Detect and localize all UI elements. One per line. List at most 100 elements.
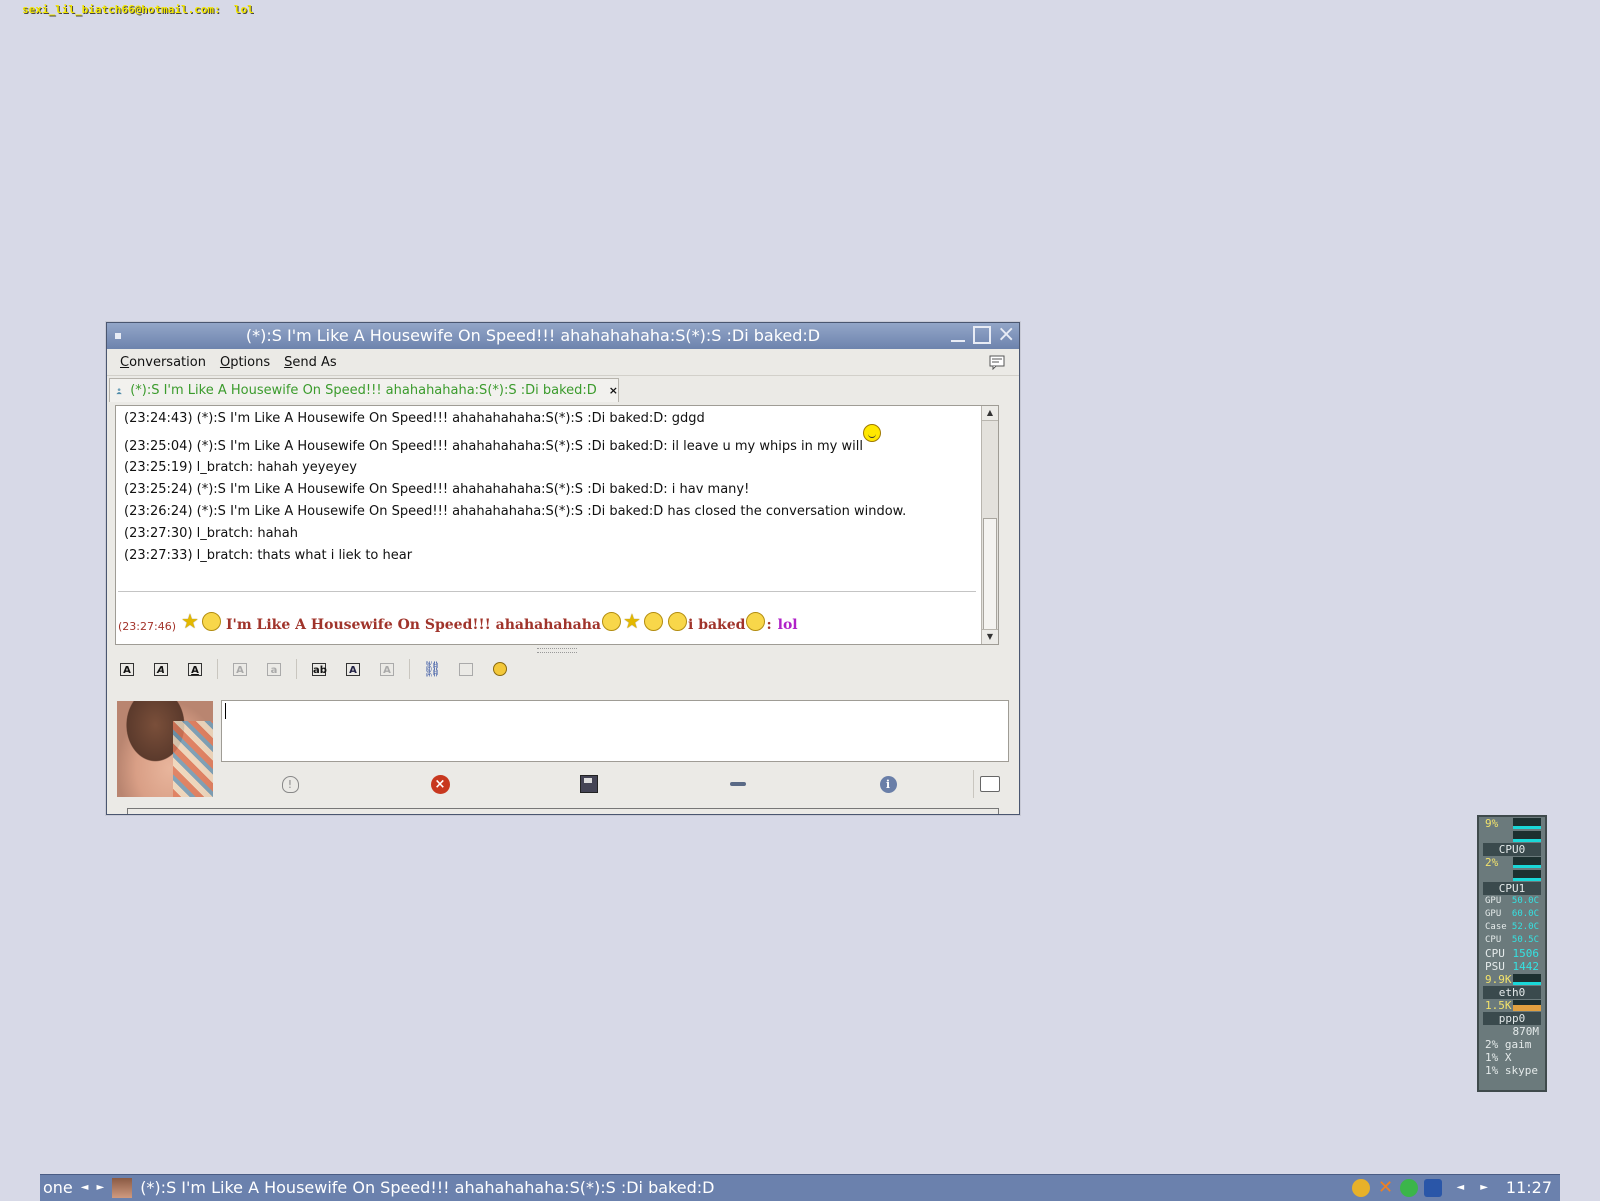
conversation-tab[interactable]: (*):S I'm Like A Housewife On Speed!!! a… <box>109 378 619 402</box>
temp-name: CPU <box>1485 935 1502 945</box>
shrink-text-icon: a <box>267 662 281 676</box>
fan-name: CPU <box>1485 947 1505 960</box>
cpu0-percent: 9% <box>1485 817 1499 830</box>
cpu0-row: 9% <box>1479 817 1545 830</box>
block-icon: × <box>430 774 450 794</box>
clock: 11:27 <box>1505 1178 1552 1197</box>
status-separator: : <box>766 617 772 633</box>
next-desktop-arrow-icon[interactable]: ► <box>96 1175 104 1201</box>
next-window-arrow-icon[interactable]: ► <box>1480 1175 1488 1201</box>
history-line: (23:25:24) (*):S I'm Like A Housewife On… <box>124 482 750 497</box>
insert-link-button[interactable]: ⛓ <box>420 658 444 680</box>
cpu1-label: CPU1 <box>1483 882 1541 895</box>
desktop-name[interactable]: one <box>40 1175 73 1201</box>
cpu1-graph <box>1513 857 1541 868</box>
grin-smiley-icon <box>746 612 766 631</box>
cpu0-graph-row <box>1479 830 1545 843</box>
eth0-row: 9.9K <box>1479 973 1545 986</box>
window-bottom-edge <box>127 808 999 814</box>
send-file-button[interactable] <box>578 773 600 795</box>
prev-desktop-arrow-icon[interactable]: ◄ <box>81 1175 89 1201</box>
temp-value: 52.0C <box>1511 922 1539 932</box>
history-scrollbar[interactable]: ▲ ▼ <box>981 406 998 644</box>
check-tray-icon[interactable] <box>1400 1179 1419 1197</box>
remove-button[interactable] <box>727 773 749 795</box>
cpu1-percent: 2% <box>1485 856 1499 869</box>
minus-icon <box>730 782 746 786</box>
speech-bubble-icon <box>980 776 1000 792</box>
title-bar[interactable]: (*):S I'm Like A Housewife On Speed!!! a… <box>107 323 1019 349</box>
menu-options[interactable]: Options <box>213 355 277 370</box>
close-button[interactable]: × <box>997 324 1015 346</box>
underline-button[interactable]: A <box>183 658 207 680</box>
typing-state-icon[interactable] <box>989 354 1005 370</box>
cpu0-label: CPU0 <box>1483 843 1541 856</box>
network-tray-icon[interactable] <box>1424 1179 1443 1197</box>
confused-smiley-icon <box>202 612 221 631</box>
taskbar: one ◄ ► (*):S I'm Like A Housewife On Sp… <box>40 1174 1560 1201</box>
history-line: (23:25:19) l_bratch: hahah yeyeyey <box>124 460 357 475</box>
fan-row: CPU 1506 <box>1479 947 1545 960</box>
eth0-rate: 9.9K <box>1485 973 1512 986</box>
eth0-label: eth0 <box>1483 986 1541 999</box>
status-timestamp: (23:27:46) <box>118 620 176 633</box>
star-icon: ★ <box>623 609 641 633</box>
italic-button[interactable]: A <box>149 658 173 680</box>
task-title[interactable]: (*):S I'm Like A Housewife On Speed!!! a… <box>140 1175 714 1201</box>
tab-close-icon[interactable]: × <box>609 384 618 397</box>
proc-row: 1% skype <box>1485 1064 1538 1077</box>
fan-name: PSU <box>1485 960 1505 973</box>
foreground-color-icon: A <box>346 662 360 676</box>
insert-image-button[interactable] <box>454 658 478 680</box>
menu-send-as[interactable]: Send As <box>277 355 344 370</box>
temp-row: GPU 60.0C <box>1479 908 1545 921</box>
scroll-up-arrow-icon[interactable]: ▲ <box>982 406 998 421</box>
buddy-tray-icon[interactable] <box>1352 1179 1371 1197</box>
background-color-button[interactable]: A <box>375 658 399 680</box>
temp-value: 50.0C <box>1511 896 1539 906</box>
ppp0-row: 1.5K <box>1479 999 1545 1012</box>
fan-value: 1506 <box>1512 947 1540 960</box>
x-tray-icon[interactable]: ✕ <box>1376 1179 1394 1197</box>
conversation-history[interactable]: (23:24:43) (*):S I'm Like A Housewife On… <box>115 405 999 645</box>
history-line: (23:25:04) (*):S I'm Like A Housewife On… <box>124 424 976 457</box>
minimize-button[interactable] <box>949 326 967 344</box>
send-button[interactable] <box>979 773 1001 795</box>
font-face-button[interactable]: ab <box>307 658 331 680</box>
cpu0-graph <box>1513 818 1541 829</box>
window-title: (*):S I'm Like A Housewife On Speed!!! a… <box>245 326 821 345</box>
info-button[interactable]: i <box>877 773 899 795</box>
message-input[interactable] <box>221 700 1009 762</box>
block-button[interactable]: × <box>429 773 451 795</box>
history-line: (23:24:43) (*):S I'm Like A Housewife On… <box>124 411 705 426</box>
system-monitor: 9% CPU0 2% CPU1 GPU 50.0C GPU 60.0C Case 52… <box>1477 815 1547 1092</box>
toolbar-separator <box>409 659 410 679</box>
scrollbar-thumb[interactable] <box>983 518 997 630</box>
warn-button[interactable]: ! <box>279 773 301 795</box>
info-icon: i <box>879 775 897 793</box>
confused-smiley-icon <box>644 612 663 631</box>
insert-smiley-button[interactable] <box>488 658 512 680</box>
background-color-icon: A <box>380 662 394 676</box>
ppp0-graph <box>1513 1000 1541 1011</box>
pane-resize-handle[interactable] <box>537 648 577 653</box>
temp-name: Case <box>1485 922 1507 932</box>
underline-icon: A <box>188 662 202 676</box>
history-line-text: (23:25:04) (*):S I'm Like A Housewife On… <box>124 439 863 454</box>
foreground-color-button[interactable]: A <box>341 658 365 680</box>
action-separator <box>973 770 974 798</box>
buddy-icon[interactable] <box>117 701 213 797</box>
bold-button[interactable]: A <box>115 658 139 680</box>
maximize-button[interactable] <box>973 326 991 344</box>
temp-row: Case 52.0C <box>1479 921 1545 934</box>
scroll-down-arrow-icon[interactable]: ▼ <box>982 629 998 644</box>
fan-row: PSU 1442 <box>1479 960 1545 973</box>
shrink-text-button[interactable]: a <box>262 658 286 680</box>
grow-text-button[interactable]: A <box>228 658 252 680</box>
text-caret <box>225 703 226 719</box>
prev-window-arrow-icon[interactable]: ◄ <box>1456 1175 1464 1201</box>
fan-value: 1442 <box>1512 960 1540 973</box>
menu-conversation[interactable]: Conversation <box>113 355 213 370</box>
task-icon <box>112 1178 133 1198</box>
wink-smiley-icon <box>862 424 881 442</box>
